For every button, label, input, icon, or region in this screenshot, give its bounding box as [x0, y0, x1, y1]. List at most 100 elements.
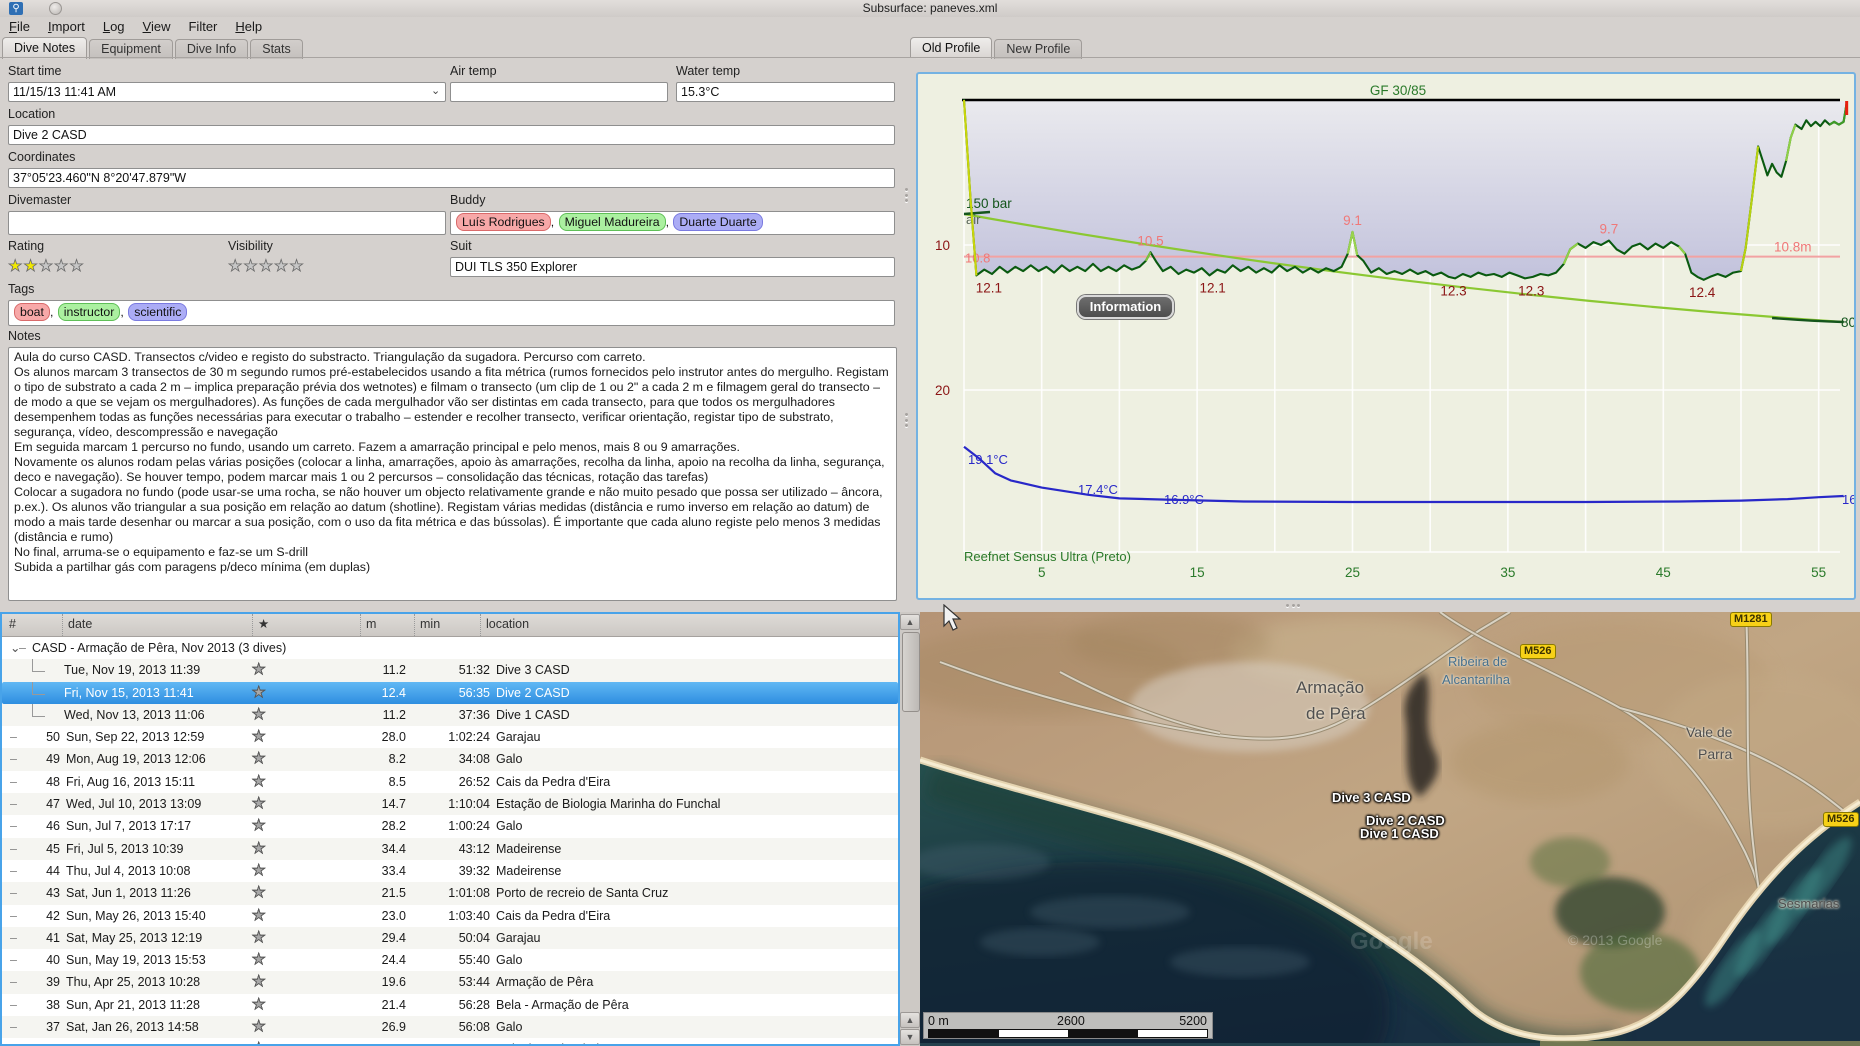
column-header-duration[interactable]: min: [414, 614, 440, 636]
dive-row[interactable]: –36Sun, Jan 20, 2013 12:33★★★★★21.758:36…: [2, 1038, 898, 1044]
dive-row[interactable]: –37 Sat, Jan 26, 2013 14:58 ★ ★ ★ ★ ★ 26.9 56:08…: [2, 1016, 898, 1039]
menu-log[interactable]: Log: [94, 17, 134, 36]
dive-depth: 28.0: [381, 730, 406, 745]
chip-separator: ,: [665, 215, 673, 229]
visibility-stars[interactable]: ★★★★★: [228, 256, 305, 276]
window-titlebar[interactable]: ⚲ Subsurface: paneves.xml: [0, 0, 1860, 17]
divemaster-field[interactable]: [8, 211, 446, 235]
scroll-up-button-bottom[interactable]: ▲: [900, 1012, 920, 1028]
column-header-location[interactable]: location: [480, 614, 529, 636]
dive-row[interactable]: –48 Fri, Aug 16, 2013 15:11 ★ ★ ★ ★ ★ 8.5 26:52 C…: [2, 770, 898, 794]
water-temp-field[interactable]: 15.3°C: [676, 82, 895, 102]
menu-view[interactable]: View: [134, 17, 180, 36]
window-menu-icon[interactable]: [49, 2, 62, 15]
dive-row[interactable]: –47 Wed, Jul 10, 2013 13:09 ★ ★ ★ ★ ★ 14.7 1:10:…: [2, 793, 898, 816]
rating-stars[interactable]: ★★★★★: [8, 256, 85, 276]
dive-date: Sat, May 25, 2013 12:19: [66, 930, 203, 945]
chip-separator: ,: [550, 215, 558, 229]
column-header-num[interactable]: #: [4, 614, 16, 636]
start-time-combo[interactable]: 11/15/13 11:41 AM ⌄: [8, 82, 446, 102]
dive-row[interactable]: –44 Thu, Jul 4, 2013 10:08 ★ ★ ★ ★ ★ 33.4 39:32 M…: [2, 859, 898, 883]
trip-label: CASD - Armação de Pêra, Nov 2013 (3 dive…: [32, 641, 287, 655]
dive-number: 47: [46, 797, 60, 812]
tab-dive-info[interactable]: Dive Info: [174, 39, 249, 59]
tab-equipment[interactable]: Equipment: [89, 39, 173, 59]
dive-row[interactable]: Tue, Nov 19, 2013 11:39 ★ ★ ★ ★ ★ 11.2 51:32 Div…: [2, 659, 898, 682]
menubar: File Import Log View Filter Help: [0, 17, 1860, 37]
dive-row[interactable]: –41 Sat, May 25, 2013 12:19 ★ ★ ★ ★ ★ 29.4 50:04…: [2, 926, 898, 950]
tag-chip[interactable]: scientific: [128, 303, 188, 321]
dive-row[interactable]: –38 Sun, Apr 21, 2013 11:28 ★ ★ ★ ★ ★ 21.4 56:28…: [2, 993, 898, 1017]
dive-row[interactable]: –50 Sun, Sep 22, 2013 12:59 ★ ★ ★ ★ ★ 28.0 1:02:…: [2, 726, 898, 749]
dive-row[interactable]: –40 Sun, May 19, 2013 15:53 ★ ★ ★ ★ ★ 24.4 55:40…: [2, 949, 898, 972]
dive-duration: 55:40: [458, 953, 490, 968]
buddy-chip[interactable]: Miguel Madureira: [558, 213, 666, 231]
dive-duration: 51:32: [458, 663, 490, 678]
map-panel[interactable]: Armação de Pêra Ribeira de Alcantarilha Vale…: [920, 612, 1860, 1046]
dive-site-marker-label[interactable]: Dive 1 CASD: [1360, 826, 1439, 841]
vertical-splitter[interactable]: [898, 58, 916, 612]
menu-help[interactable]: Help: [226, 17, 271, 36]
dive-location: Porto de recreio de Santa Cruz: [496, 886, 669, 901]
tag-chip[interactable]: boat: [14, 303, 50, 321]
buddy-chip[interactable]: Duarte Duarte: [673, 213, 763, 231]
tree-tick: –: [10, 975, 17, 990]
dive-row[interactable]: Fri, Nov 15, 2013 11:41 ★ ★ ★ ★ ★ 12.4 56:35 Div…: [2, 681, 898, 704]
dive-depth: 8.2: [388, 752, 406, 767]
horizontal-splitter[interactable]: [916, 600, 1860, 612]
dive-row[interactable]: Wed, Nov 13, 2013 11:06 ★ ★ ★ ★ ★ 11.2 37:36 Div…: [2, 703, 898, 727]
column-header-stars[interactable]: ★: [252, 614, 269, 636]
dive-row[interactable]: –46 Sun, Jul 7, 2013 17:17 ★ ★ ★ ★ ★ 28.2 1:00:2…: [2, 815, 898, 838]
dive-number: 42: [46, 908, 60, 923]
combo-arrow-icon[interactable]: ⌄: [431, 86, 440, 97]
map-place-label: Alcantarilha: [1442, 672, 1510, 687]
dive-row[interactable]: –49 Mon, Aug 19, 2013 12:06 ★ ★ ★ ★ ★ 8.2 34:08 G…: [2, 748, 898, 771]
dive-depth: 23.0: [381, 908, 406, 923]
dive-location: Garajau: [496, 730, 541, 745]
tree-tick: –: [10, 730, 17, 745]
svg-text:55: 55: [1811, 565, 1826, 580]
dive-row[interactable]: –43 Sat, Jun 1, 2013 11:26 ★ ★ ★ ★ ★ 21.5 1:01:0…: [2, 882, 898, 905]
dive-row[interactable]: –42 Sun, May 26, 2013 15:40 ★ ★ ★ ★ ★ 23.0 1:03:…: [2, 904, 898, 927]
dive-depth: 21.5: [381, 886, 406, 901]
tab-old-profile[interactable]: Old Profile: [910, 37, 993, 59]
location-field[interactable]: Dive 2 CASD: [8, 125, 895, 145]
dive-row[interactable]: –45 Fri, Jul 5, 2013 10:39 ★ ★ ★ ★ ★ 34.4 43:12 M…: [2, 837, 898, 860]
svg-text:10.8m: 10.8m: [1774, 240, 1812, 255]
tags-field[interactable]: boat, instructor, scientific: [8, 300, 895, 326]
dive-list-header[interactable]: # date ★ m min location: [2, 614, 898, 637]
column-header-depth[interactable]: m: [360, 614, 376, 636]
buddy-field[interactable]: Luís Rodrigues, Miguel Madureira, Duarte…: [450, 211, 895, 235]
information-button[interactable]: Information: [1077, 295, 1174, 319]
trip-row[interactable]: ⌄ – CASD - Armação de Pêra, Nov 2013 (3 di…: [2, 637, 898, 660]
scrollbar-thumb[interactable]: [902, 632, 920, 712]
road-badge: M526: [1520, 644, 1556, 659]
dive-row[interactable]: –39 Thu, Apr 25, 2013 10:28 ★ ★ ★ ★ ★ 19.6 53:44…: [2, 971, 898, 994]
scroll-up-button[interactable]: ▲: [900, 614, 920, 630]
column-header-date[interactable]: date: [62, 614, 92, 636]
svg-text:17.4°C: 17.4°C: [1078, 482, 1118, 497]
tab-new-profile[interactable]: New Profile: [994, 39, 1083, 59]
menu-file[interactable]: File: [0, 17, 39, 36]
svg-text:20: 20: [935, 383, 950, 398]
notes-textarea[interactable]: Aula do curso CASD. Transectos c/video e…: [8, 347, 897, 601]
coordinates-field[interactable]: 37°05'23.460"N 8°20'47.879"W: [8, 168, 895, 188]
menu-import[interactable]: Import: [39, 17, 94, 36]
dive-date: Sun, Jul 7, 2013 17:17: [66, 819, 192, 834]
tag-chip[interactable]: instructor: [57, 303, 121, 321]
scale-bar-graphic: [928, 1029, 1208, 1038]
tree-tick: –: [10, 997, 17, 1012]
tab-stats[interactable]: Stats: [250, 39, 303, 59]
suit-label: Suit: [450, 239, 472, 253]
dive-date: Fri, Jul 5, 2013 10:39: [66, 841, 184, 856]
tree-tick: –: [10, 819, 17, 834]
dive-list-scrollbar[interactable]: ▲ ▲ ▼: [900, 612, 920, 1046]
menu-filter[interactable]: Filter: [179, 17, 226, 36]
air-temp-field[interactable]: [450, 82, 668, 102]
scroll-down-button[interactable]: ▼: [900, 1029, 920, 1045]
dive-site-marker-label[interactable]: Dive 3 CASD: [1332, 790, 1411, 805]
buddy-chip[interactable]: Luís Rodrigues: [456, 213, 551, 231]
dive-date: Sun, Jan 20, 2013 12:33: [66, 1038, 202, 1044]
tab-dive-notes[interactable]: Dive Notes: [2, 37, 88, 59]
suit-field[interactable]: DUI TLS 350 Explorer: [450, 257, 895, 277]
